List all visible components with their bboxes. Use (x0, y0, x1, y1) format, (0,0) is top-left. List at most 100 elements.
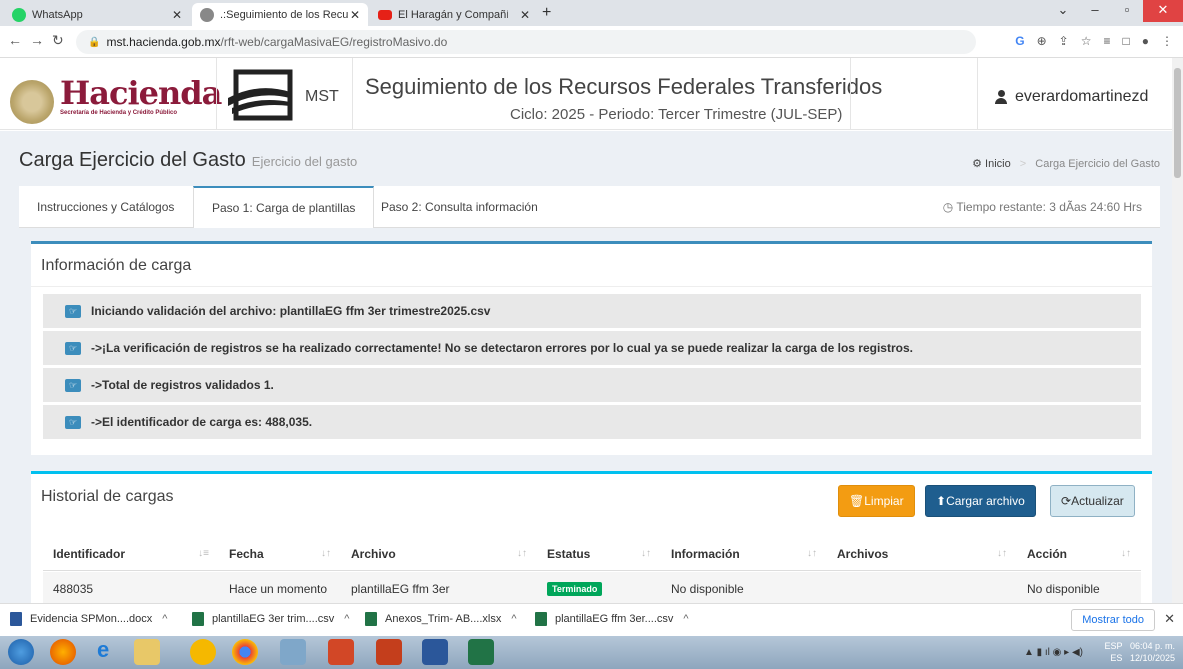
mst-label: MST (305, 88, 339, 105)
col-archivos[interactable]: Archivos ↓↑ (827, 537, 1017, 570)
chrome-icon[interactable] (232, 639, 258, 665)
language-indicator: ESP (1104, 641, 1123, 651)
chevron-up-icon[interactable]: ^ (344, 613, 349, 625)
tab-youtube[interactable]: El Haragán y Compañía - Mu ✕ (370, 3, 538, 26)
col-accion[interactable]: Acción ↓↑ (1017, 537, 1141, 570)
close-icon[interactable]: ✕ (1164, 611, 1175, 627)
breadcrumb-separator: > (1019, 158, 1027, 170)
url-field[interactable]: 🔒 mst.hacienda.gob.mx/rft-web/cargaMasiv… (76, 30, 976, 54)
window-close-button[interactable]: ✕ (1143, 0, 1183, 22)
user-menu[interactable]: everardomartinezd (995, 88, 1148, 106)
remaining-time: ◷ Tiempo restante: 3 dÃas 24:60 Hrs (943, 186, 1142, 228)
divider (31, 286, 1152, 287)
upload-file-button[interactable]: ⬆Cargar archivo (925, 485, 1036, 517)
app-title: Seguimiento de los Recursos Federales Tr… (365, 74, 883, 99)
system-clock[interactable]: ESP 06:04 p. m. ES 12/10/2025 (1104, 640, 1175, 664)
show-all-button[interactable]: Mostrar todo (1071, 609, 1155, 631)
reading-list-icon[interactable]: ≡ (1103, 34, 1110, 48)
start-button-icon[interactable] (8, 639, 34, 665)
firefox-icon[interactable] (50, 639, 76, 665)
chevron-up-icon[interactable]: ^ (683, 613, 688, 625)
chevron-up-icon[interactable]: ^ (511, 613, 516, 625)
excel-file-icon (365, 612, 377, 626)
system-tray-icons[interactable]: ▲ ▮ ıl ◉ ▸ ◀) (1024, 647, 1083, 658)
tab-whatsapp[interactable]: WhatsApp ✕ (4, 3, 190, 26)
tab-seguimiento[interactable]: .:Seguimiento de los Recursos Fe ✕ (192, 3, 368, 26)
tab-paso2[interactable]: Paso 2: Consulta información (363, 186, 556, 228)
tab-paso1[interactable]: Paso 1: Carga de plantillas (193, 186, 375, 228)
download-item[interactable]: plantillaEG ffm 3er....csv ^ (535, 612, 689, 626)
col-informacion[interactable]: Información ↓↑ (661, 537, 827, 570)
clear-button[interactable]: 🗑Limpiar (838, 485, 915, 517)
internet-explorer-icon[interactable]: e (92, 637, 118, 665)
share-icon[interactable]: ⇪ (1059, 34, 1069, 48)
file-explorer-icon[interactable] (134, 639, 160, 665)
hand-pointer-icon: ☞ (65, 304, 81, 318)
main-content: Carga Ejercicio del Gasto Ejercicio del g… (0, 131, 1172, 603)
download-item[interactable]: Anexos_Trim- AB....xlsx ^ (365, 612, 517, 626)
page-title: Carga Ejercicio del Gasto Ejercicio del g… (19, 149, 357, 172)
word-icon[interactable] (422, 639, 448, 665)
history-panel-title: Historial de cargas (41, 488, 174, 505)
clear-button-label: Limpiar (864, 494, 904, 508)
col-label: Fecha (229, 546, 264, 561)
trash-icon: 🗑 (849, 494, 865, 508)
maximize-button[interactable]: ▫ (1111, 0, 1143, 22)
col-estatus[interactable]: Estatus ↓↑ (537, 537, 661, 570)
info-message-text: Iniciando validación del archivo: planti… (91, 304, 491, 318)
download-item[interactable]: Evidencia SPMon....docx ^ (10, 612, 167, 626)
col-identificador[interactable]: Identificador ↓≡ (43, 537, 219, 570)
clock-time: 06:04 p. m. (1129, 641, 1175, 651)
profile-icon[interactable]: ● (1142, 34, 1149, 48)
whatsapp-icon (12, 7, 26, 22)
calculator-icon[interactable] (280, 639, 306, 665)
cell-status: Terminado (537, 572, 661, 603)
tab-instrucciones[interactable]: Instrucciones y Catálogos (19, 186, 192, 228)
col-archivo[interactable]: Archivo ↓↑ (341, 537, 537, 570)
divider (977, 58, 978, 130)
chevron-up-icon[interactable]: ^ (162, 613, 167, 625)
close-icon[interactable]: ✕ (172, 8, 182, 22)
minimize-button[interactable]: – (1079, 0, 1111, 22)
tab-search-icon[interactable]: ⌄ (1047, 0, 1079, 22)
info-message: ☞ Iniciando validación del archivo: plant… (43, 294, 1141, 328)
reload-icon[interactable]: ↻ (52, 32, 64, 49)
scrollbar-thumb[interactable] (1174, 68, 1181, 178)
new-tab-button[interactable]: + (542, 4, 551, 22)
app-icon[interactable] (190, 639, 216, 665)
sidepanel-icon[interactable]: □ (1123, 34, 1130, 48)
download-name: Anexos_Trim- AB....xlsx (385, 613, 502, 625)
page-subtitle: Ejercicio del gasto (251, 154, 358, 169)
sort-icon: ↓↑ (997, 548, 1007, 559)
excel-icon[interactable] (468, 639, 494, 665)
star-icon[interactable]: ☆ (1081, 34, 1092, 48)
hacienda-logo[interactable]: Hacienda (60, 74, 222, 112)
mst-logo-icon (228, 69, 293, 121)
hacienda-logo-subtitle: Secretaría de Hacienda y Crédito Público (60, 110, 178, 116)
table-row: 488035 Hace un momento plantillaEG ffm 3… (43, 572, 1141, 603)
forward-icon[interactable]: → (30, 32, 44, 48)
close-icon[interactable]: ✕ (520, 8, 530, 22)
page-scrollbar[interactable] (1172, 58, 1183, 603)
col-label: Acción (1027, 546, 1068, 561)
globe-icon (200, 7, 214, 22)
breadcrumb-home[interactable]: ⚙ Inicio (972, 158, 1011, 170)
powerpoint-icon[interactable] (328, 639, 354, 665)
download-name: Evidencia SPMon....docx (30, 613, 153, 625)
back-icon[interactable]: ← (8, 32, 22, 48)
refresh-button[interactable]: ⟳Actualizar (1050, 485, 1135, 517)
powerpoint-icon[interactable] (376, 639, 402, 665)
step-tabs: Instrucciones y Catálogos Paso 1: Carga … (19, 186, 1160, 228)
download-name: plantillaEG ffm 3er....csv (555, 613, 674, 625)
url-host: mst.hacienda.gob.mx (106, 35, 221, 49)
info-message-text: ->¡La verificación de registros se ha re… (91, 341, 913, 355)
sort-icon: ↓↑ (321, 548, 331, 559)
download-item[interactable]: plantillaEG 3er trim....csv ^ (192, 612, 349, 626)
close-icon[interactable]: ✕ (350, 8, 360, 22)
info-panel: Información de carga ☞ Iniciando validaci… (31, 241, 1152, 455)
google-icon[interactable]: G (1015, 34, 1024, 48)
menu-icon[interactable]: ⋮ (1161, 34, 1173, 48)
zoom-icon[interactable]: ⊕ (1037, 34, 1047, 48)
col-fecha[interactable]: Fecha ↓↑ (219, 537, 341, 570)
dashboard-icon: ⚙ (972, 158, 982, 170)
